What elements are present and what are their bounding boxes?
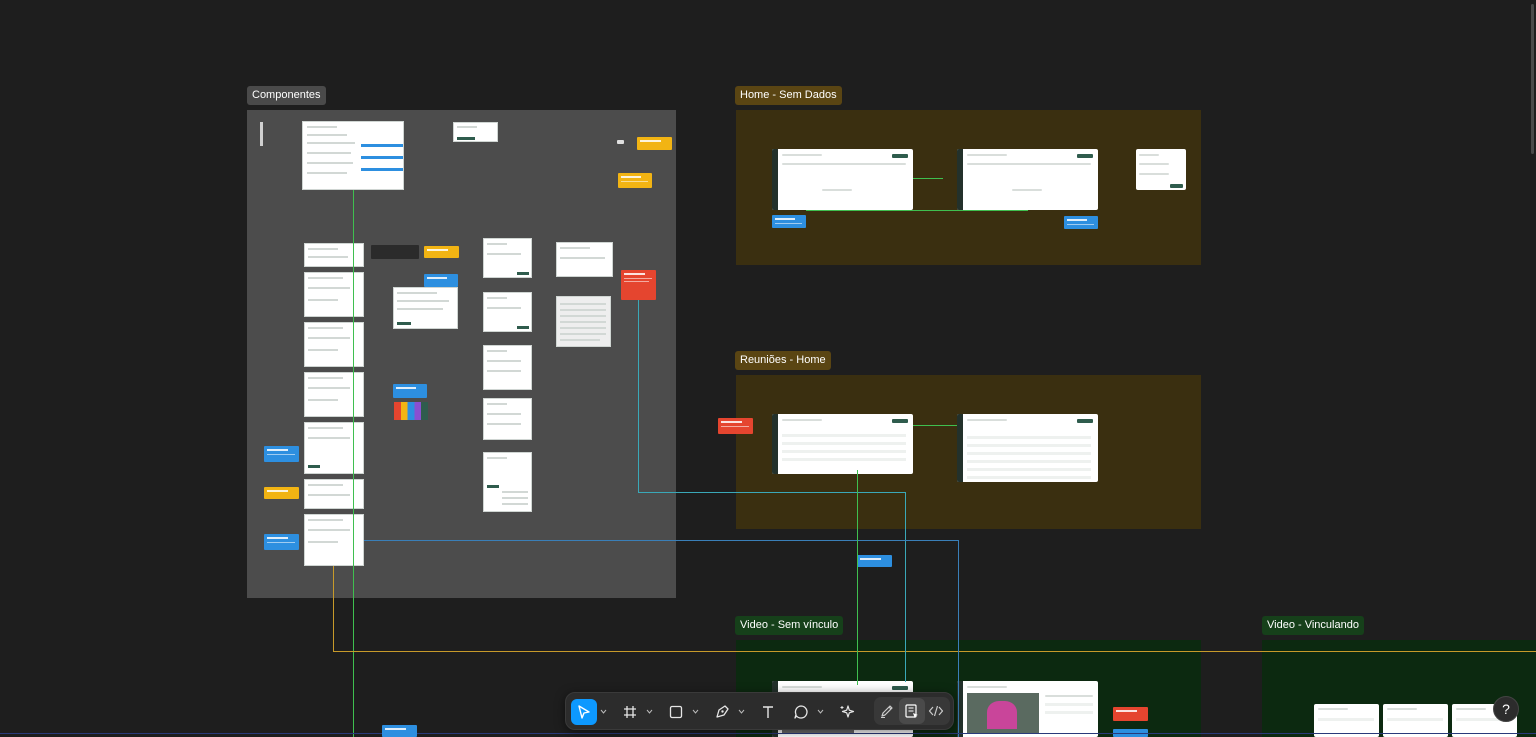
screen-reunioes-2[interactable] — [957, 414, 1098, 482]
list-card[interactable] — [304, 422, 364, 474]
list-card[interactable] — [304, 514, 364, 566]
list-card[interactable] — [304, 479, 364, 509]
blue-note[interactable] — [393, 384, 427, 398]
connector-line — [905, 492, 906, 682]
blue-note[interactable] — [857, 555, 892, 567]
rectangle-icon — [669, 705, 683, 719]
info-card[interactable] — [556, 242, 613, 277]
connector-line — [364, 540, 959, 541]
connector-line — [0, 733, 1536, 734]
sparkle-icon — [840, 705, 855, 718]
help-button[interactable]: ? — [1493, 696, 1519, 722]
section-label-home-sem-dados[interactable]: Home - Sem Dados — [735, 86, 842, 105]
section-label-componentes[interactable]: Componentes — [247, 86, 326, 105]
cursor-icon — [578, 705, 590, 719]
connector-line — [913, 425, 957, 426]
screen-home-filter[interactable] — [1136, 149, 1186, 190]
vertical-scrollbar[interactable] — [1531, 4, 1534, 154]
connector-line — [958, 540, 959, 737]
datepicker-card[interactable] — [483, 452, 532, 512]
component-form-card[interactable] — [302, 121, 404, 190]
yellow-note[interactable] — [264, 487, 299, 499]
color-swatches — [394, 402, 428, 420]
component-small-card[interactable] — [453, 122, 498, 142]
dark-tooltip — [371, 245, 419, 259]
section-label-video-sem-vinculo[interactable]: Video - Sem vínculo — [735, 616, 844, 635]
comment-icon — [794, 705, 808, 719]
chevron-down-icon[interactable] — [817, 708, 824, 715]
pen-icon — [716, 705, 729, 718]
text-card[interactable] — [556, 296, 611, 347]
red-note[interactable] — [718, 418, 753, 434]
connector-line — [806, 210, 1028, 211]
chevron-down-icon[interactable] — [738, 708, 745, 715]
frame-tool[interactable] — [617, 699, 643, 725]
connector-line — [913, 178, 943, 179]
dropdown-card[interactable] — [483, 238, 532, 278]
screen-home-empty-1[interactable] — [772, 149, 913, 210]
list-card[interactable] — [304, 272, 364, 317]
shape-tool[interactable] — [663, 699, 689, 725]
list-card[interactable] — [304, 372, 364, 417]
dropdown-card[interactable] — [483, 398, 532, 440]
blue-note[interactable] — [264, 534, 299, 550]
blue-note[interactable] — [424, 274, 458, 287]
list-card[interactable] — [304, 322, 364, 367]
screen-video-2[interactable] — [957, 681, 1098, 737]
hash-icon — [624, 706, 636, 718]
list-card[interactable] — [304, 243, 364, 267]
layout-icon — [905, 704, 918, 718]
design-canvas[interactable]: Componentes Home - Sem Dados Reuniões - … — [0, 0, 1536, 737]
screen-home-empty-2[interactable] — [957, 149, 1098, 210]
blue-note[interactable] — [1064, 216, 1098, 229]
actions-tool[interactable] — [834, 699, 860, 725]
left-rail-marker — [260, 122, 263, 146]
red-note[interactable] — [621, 270, 656, 300]
section-label-reunioes-home[interactable]: Reuniões - Home — [735, 351, 831, 370]
blue-note[interactable] — [264, 446, 299, 462]
comment-tool[interactable] — [788, 699, 814, 725]
text-icon — [763, 706, 773, 718]
chevron-down-icon[interactable] — [600, 708, 607, 715]
pencil-icon — [881, 705, 893, 718]
modal-card[interactable] — [393, 287, 458, 329]
section-label-video-vinculando[interactable]: Video - Vinculando — [1262, 616, 1364, 635]
draw-mode[interactable] — [874, 698, 900, 724]
pen-tool[interactable] — [709, 699, 735, 725]
green-toggle[interactable] — [617, 140, 624, 144]
connector-line — [333, 651, 1536, 652]
screen-reunioes-1[interactable] — [772, 414, 913, 474]
connector-line — [333, 566, 334, 651]
dropdown-card[interactable] — [483, 345, 532, 390]
move-tool[interactable] — [571, 699, 597, 725]
connector-line — [353, 190, 354, 737]
yellow-note[interactable] — [424, 246, 459, 258]
chevron-down-icon[interactable] — [646, 708, 653, 715]
chevron-down-icon[interactable] — [692, 708, 699, 715]
dropdown-card[interactable] — [483, 292, 532, 332]
blue-note[interactable] — [382, 725, 417, 737]
blue-note[interactable] — [772, 215, 806, 228]
dev-mode[interactable] — [923, 698, 949, 724]
design-mode[interactable] — [899, 698, 925, 724]
yellow-note[interactable] — [637, 137, 672, 150]
connector-line — [857, 470, 858, 685]
connector-line — [638, 492, 906, 493]
red-note[interactable] — [1113, 707, 1148, 721]
code-icon — [928, 705, 944, 717]
yellow-note[interactable] — [618, 173, 652, 188]
text-tool[interactable] — [755, 699, 781, 725]
connector-line — [638, 300, 639, 492]
